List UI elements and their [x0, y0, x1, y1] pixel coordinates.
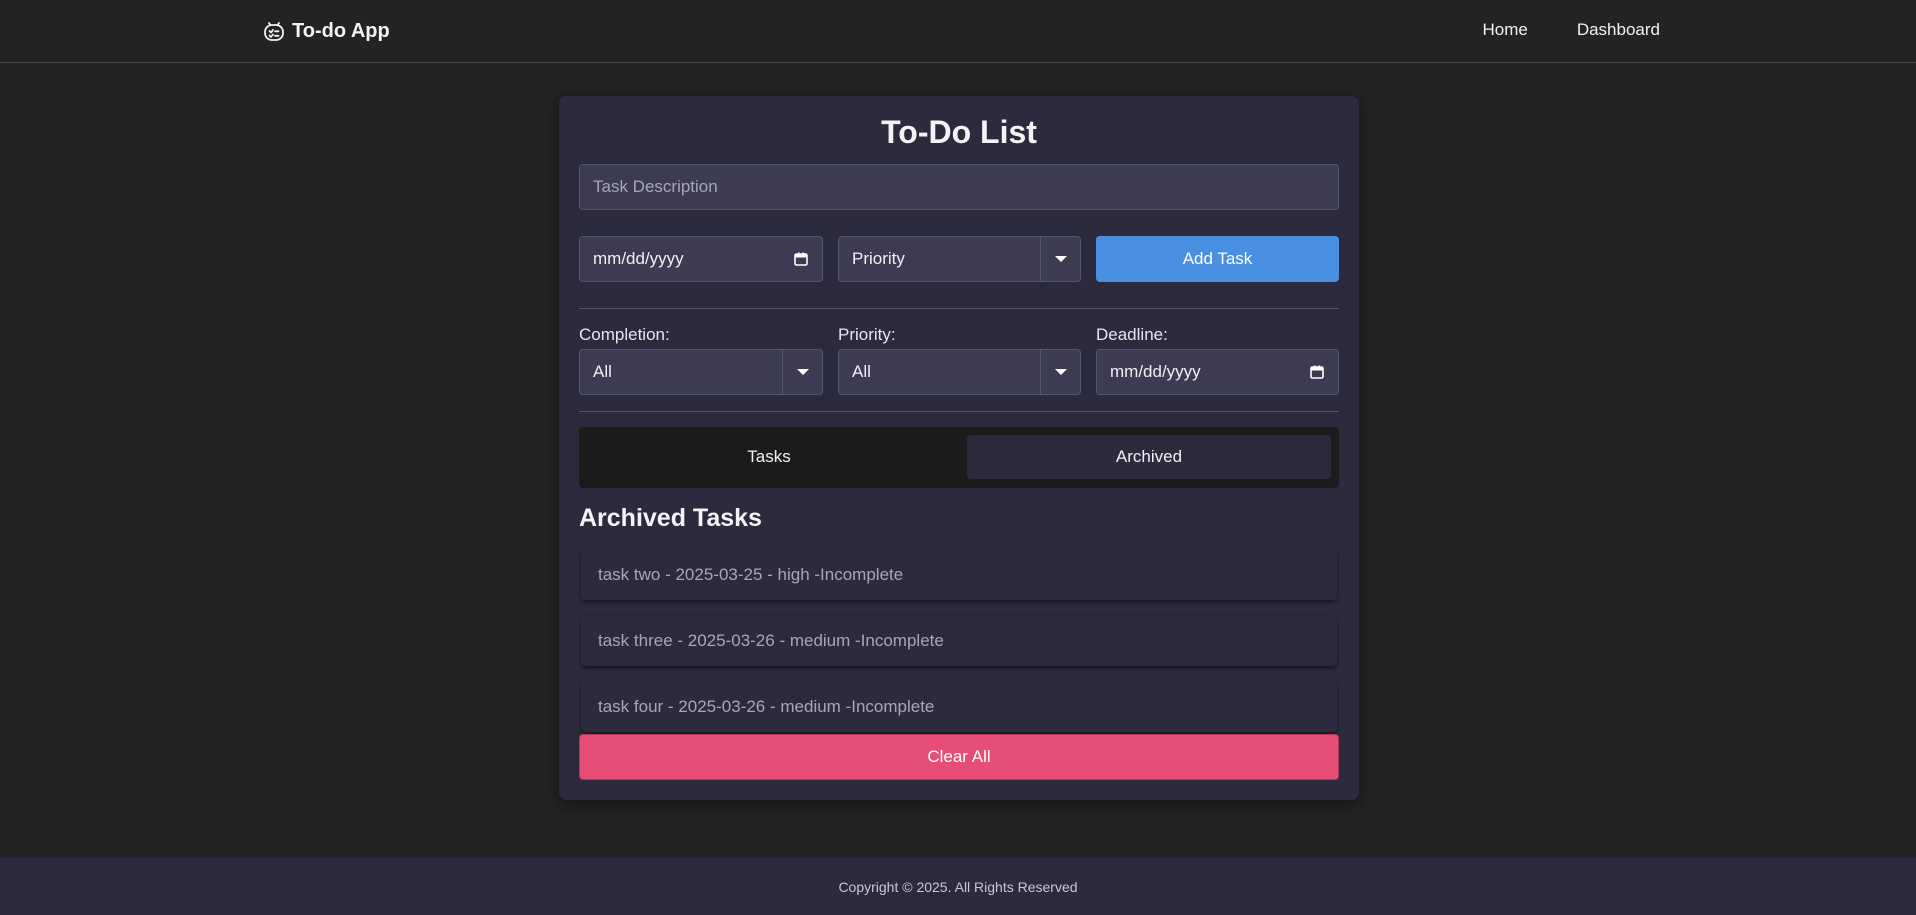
archived-task-item[interactable]: task four - 2025-03-26 - medium -Incompl…	[581, 682, 1337, 732]
nav-link-home[interactable]: Home	[1482, 20, 1527, 40]
chevron-down-icon	[1040, 350, 1080, 394]
view-tabs: Tasks Archived	[579, 427, 1339, 488]
brand-label: To-do App	[292, 19, 390, 42]
copyright-text: Copyright © 2025. All Rights Reserved	[838, 878, 1078, 895]
completion-filter-value: All	[593, 362, 612, 381]
nav-links: Home Dashboard	[1482, 20, 1660, 40]
todo-card: To-Do List mm/dd/yyyy Priority Add Task …	[559, 96, 1359, 800]
navbar: To-do App Home Dashboard	[0, 0, 1916, 63]
completion-filter-select[interactable]: All	[579, 349, 823, 395]
robot-checklist-icon	[264, 22, 284, 41]
task-description-input[interactable]	[579, 164, 1339, 210]
add-task-button[interactable]: Add Task	[1096, 236, 1339, 282]
calendar-icon[interactable]	[793, 251, 809, 267]
chevron-down-icon	[1040, 237, 1080, 281]
task-date-value: mm/dd/yyyy	[593, 249, 684, 268]
divider	[579, 308, 1339, 309]
footer: Copyright © 2025. All Rights Reserved	[0, 858, 1916, 915]
page-title: To-Do List	[881, 114, 1037, 150]
nav-link-dashboard[interactable]: Dashboard	[1577, 20, 1660, 40]
calendar-icon[interactable]	[1309, 364, 1325, 380]
clear-all-button[interactable]: Clear All	[579, 734, 1339, 780]
tab-tasks[interactable]: Tasks	[587, 435, 951, 479]
deadline-filter-input[interactable]: mm/dd/yyyy	[1096, 349, 1339, 395]
deadline-filter-value: mm/dd/yyyy	[1110, 362, 1201, 381]
task-date-input[interactable]: mm/dd/yyyy	[579, 236, 823, 282]
priority-filter-select[interactable]: All	[838, 349, 1081, 395]
tab-archived[interactable]: Archived	[967, 435, 1331, 479]
archived-tasks-heading: Archived Tasks	[579, 504, 762, 532]
archived-task-item[interactable]: task three - 2025-03-26 - medium -Incomp…	[581, 616, 1337, 666]
deadline-filter-label: Deadline:	[1096, 325, 1168, 344]
divider	[579, 411, 1339, 412]
brand[interactable]: To-do App	[262, 17, 390, 45]
priority-select[interactable]: Priority	[838, 236, 1081, 282]
chevron-down-icon	[782, 350, 822, 394]
priority-filter-label: Priority:	[838, 325, 896, 344]
priority-filter-value: All	[852, 362, 871, 381]
priority-select-value: Priority	[852, 249, 905, 268]
completion-filter-label: Completion:	[579, 325, 670, 344]
archived-task-item[interactable]: task two - 2025-03-25 - high -Incomplete	[581, 550, 1337, 600]
